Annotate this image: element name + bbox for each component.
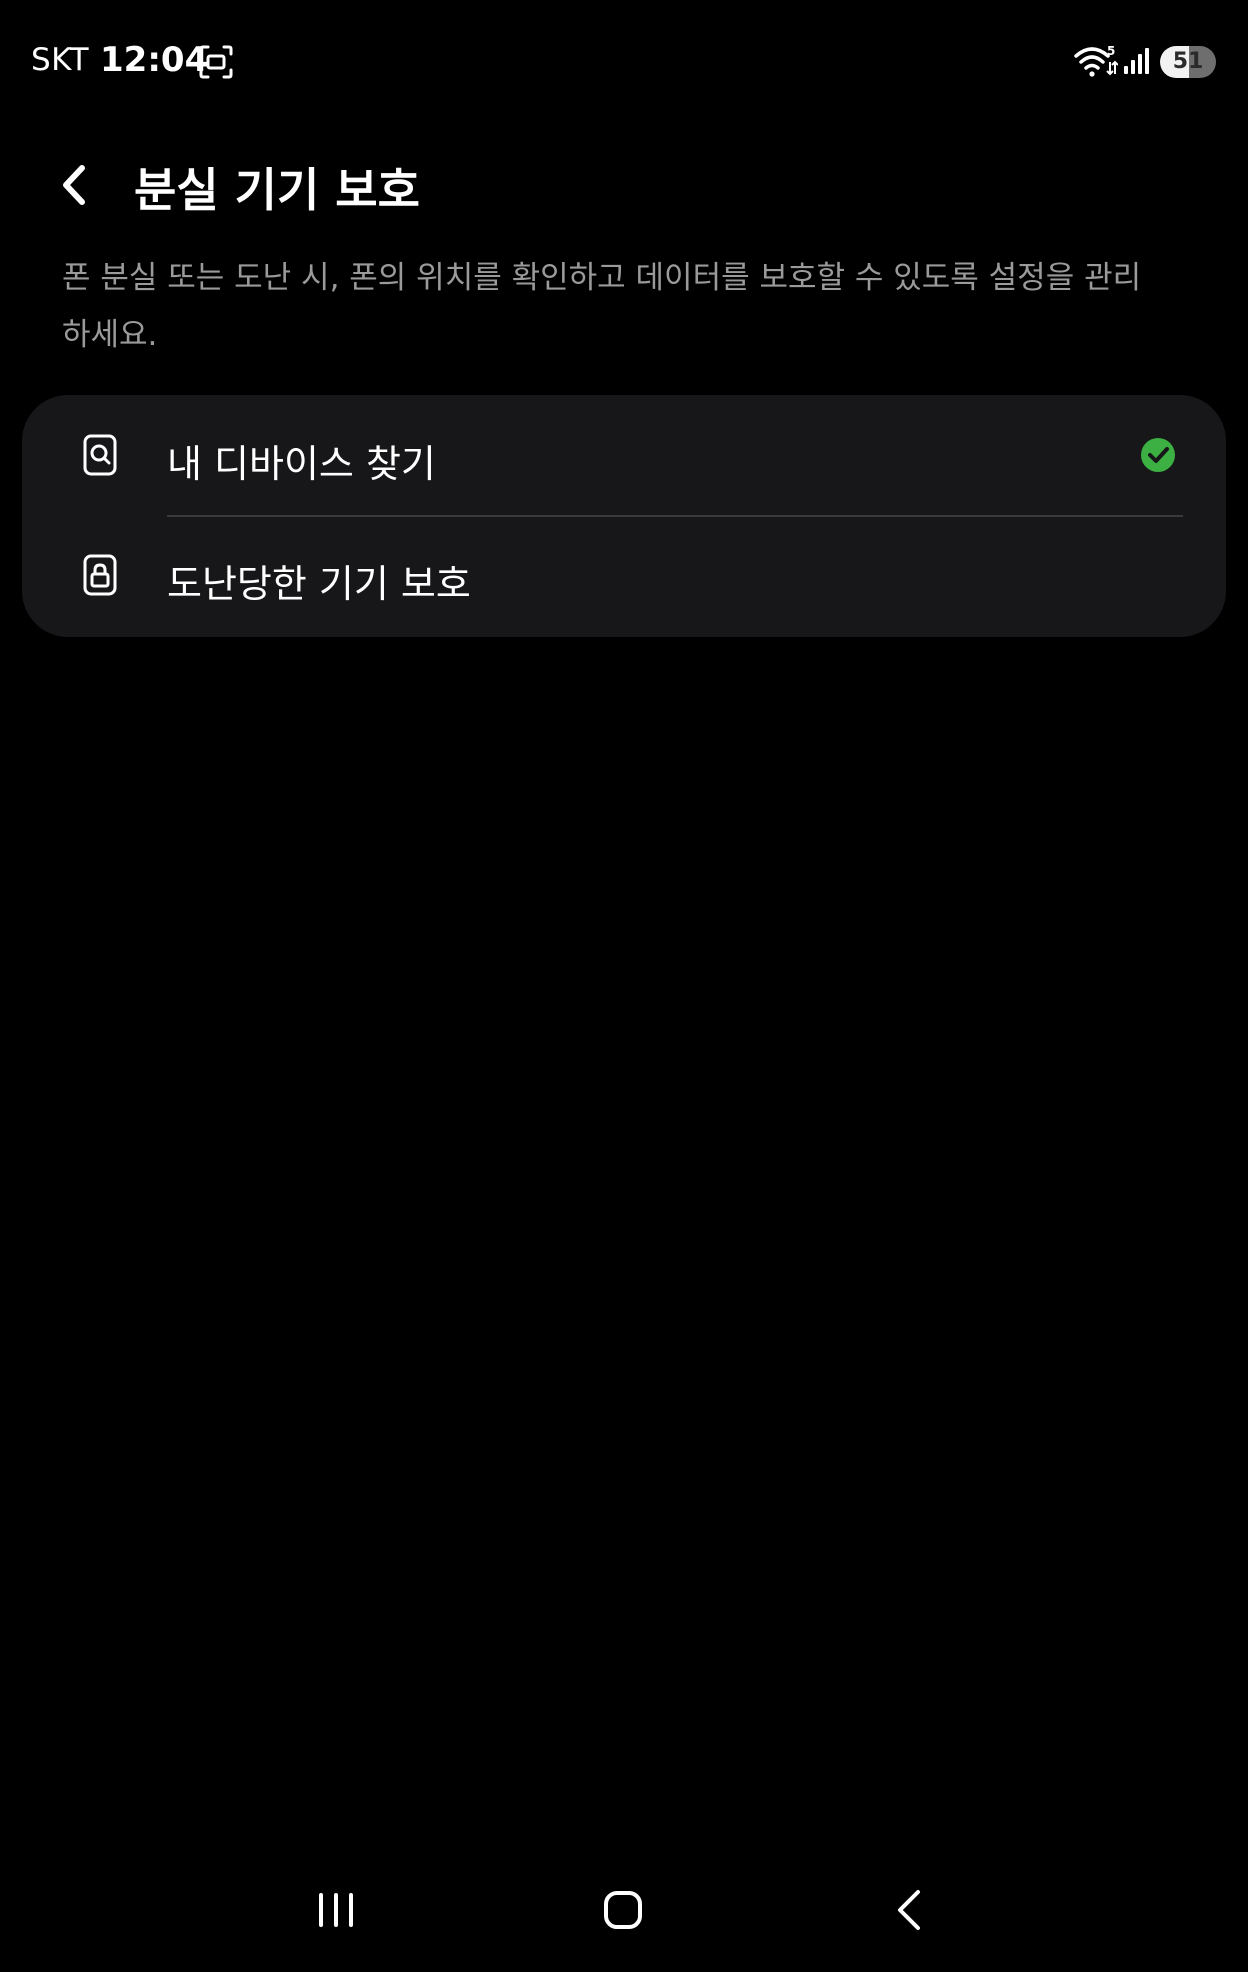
find-my-device-label: 내 디바이스 찾기 <box>167 442 436 486</box>
chevron-left-icon <box>63 165 85 205</box>
recents-icon <box>319 1893 353 1927</box>
nav-back-button[interactable] <box>870 1880 950 1940</box>
page-description: 폰 분실 또는 도난 시, 폰의 위치를 확인하고 데이터를 보호할 수 있도록… <box>62 260 1142 353</box>
lock-device-icon <box>83 554 117 596</box>
navigation-bar <box>0 1860 1248 1972</box>
battery-indicator: 51 <box>1160 46 1216 78</box>
home-icon <box>604 1891 642 1929</box>
screen-record-icon <box>199 45 233 79</box>
back-button[interactable] <box>52 156 108 216</box>
recents-button[interactable] <box>296 1880 376 1940</box>
settings-card: 내 디바이스 찾기 도난당한 기기 보호 <box>22 395 1226 637</box>
carrier-label: SKT <box>31 42 90 78</box>
find-my-device-item[interactable]: 내 디바이스 찾기 <box>22 395 1226 515</box>
battery-level: 51 <box>1172 49 1204 74</box>
wifi-icon: 5 <box>1074 44 1118 77</box>
theft-protection-label: 도난당한 기기 보호 <box>167 562 471 606</box>
signal-strength-icon <box>1124 48 1149 74</box>
find-device-icon <box>83 434 117 476</box>
theft-protection-item[interactable]: 도난당한 기기 보호 <box>22 515 1226 635</box>
clock: 12:04 <box>100 40 209 80</box>
home-button[interactable] <box>583 1880 663 1940</box>
svg-text:5: 5 <box>1107 44 1115 58</box>
status-bar: SKT 12:04 5 51 <box>0 0 1248 120</box>
page-title: 분실 기기 보호 <box>134 163 420 217</box>
back-icon <box>898 1890 920 1930</box>
check-circle-icon <box>1141 438 1175 472</box>
